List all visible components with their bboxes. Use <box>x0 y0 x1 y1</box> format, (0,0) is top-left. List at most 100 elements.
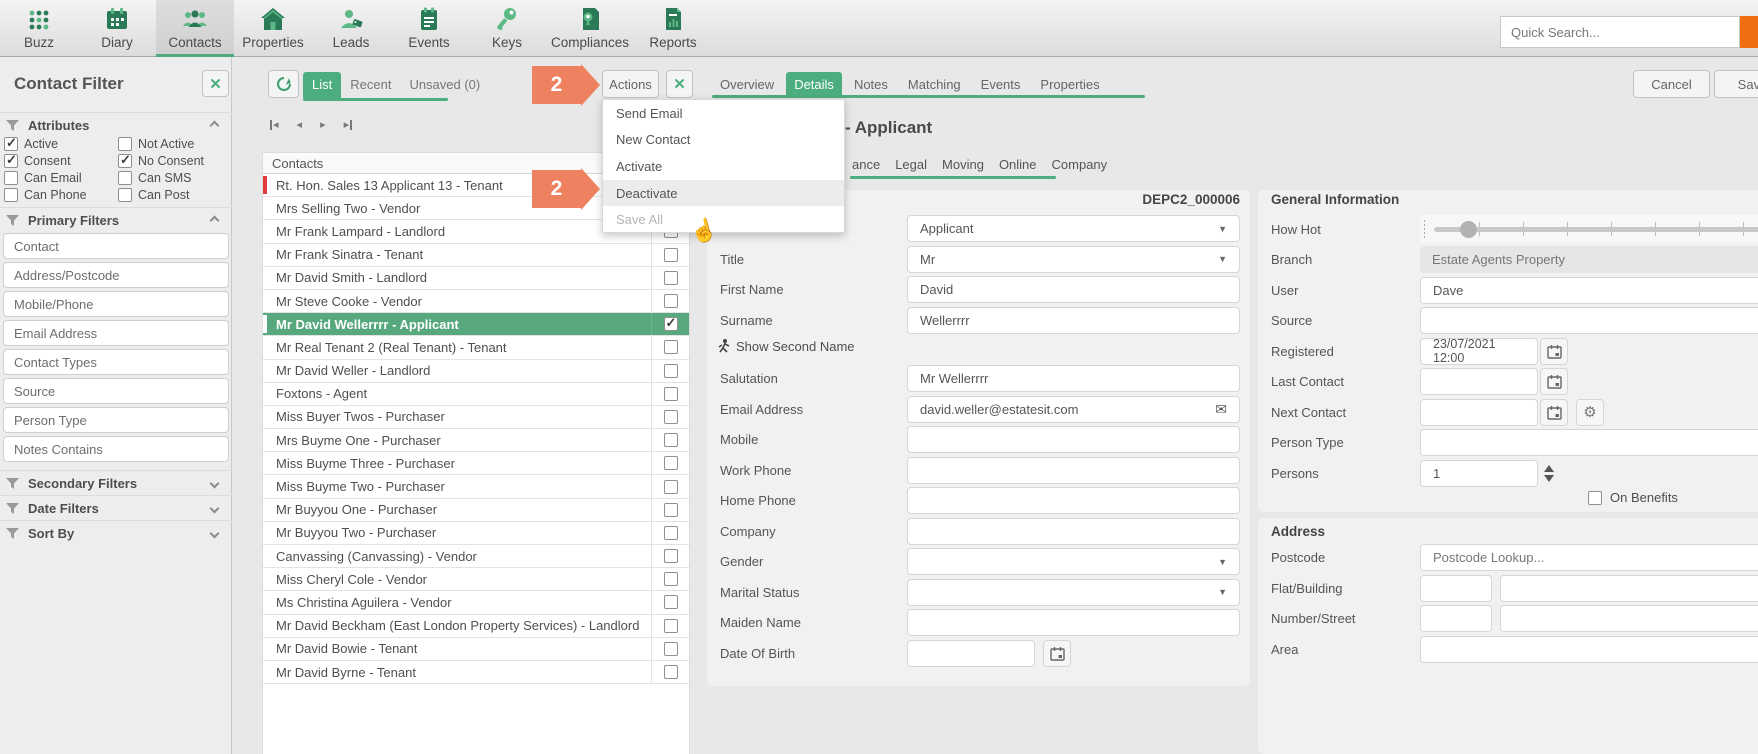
row-checkbox[interactable] <box>664 294 678 308</box>
registered-calendar-button[interactable] <box>1540 338 1568 365</box>
list-item[interactable]: Ms Christina Aguilera - Vendor <box>263 591 689 614</box>
row-checkbox[interactable] <box>664 619 678 633</box>
person-type-field[interactable] <box>1420 429 1758 456</box>
actions-button[interactable]: Actions <box>602 70 659 98</box>
postcode-lookup-input[interactable] <box>1420 544 1758 571</box>
row-checkbox[interactable] <box>664 549 678 563</box>
row-checkbox[interactable] <box>664 642 678 656</box>
list-item[interactable]: Mrs Buyme One - Purchaser <box>263 429 689 452</box>
row-checkbox[interactable] <box>664 340 678 354</box>
refresh-button[interactable] <box>268 70 299 98</box>
maiden-name-field[interactable] <box>907 609 1240 636</box>
dob-field[interactable] <box>907 640 1035 667</box>
last-contact-field[interactable] <box>1420 368 1538 395</box>
close-actions-button[interactable]: ✕ <box>666 70 693 98</box>
nav-item-contacts[interactable]: Contacts <box>156 0 234 56</box>
marital-status-select[interactable]: ▼ <box>907 579 1240 606</box>
row-checkbox[interactable] <box>664 572 678 586</box>
row-checkbox[interactable] <box>664 526 678 540</box>
list-item[interactable]: Mr David Bowie - Tenant <box>263 638 689 661</box>
list-item[interactable]: Mr David Weller - Landlord <box>263 360 689 383</box>
list-item[interactable]: Mr David Smith - Landlord <box>263 267 689 290</box>
row-checkbox[interactable] <box>664 364 678 378</box>
last-page-button[interactable]: ▸ <box>344 118 353 131</box>
collapsed-section[interactable]: Sort By <box>0 520 232 546</box>
nav-item-buzz[interactable]: Buzz <box>0 0 78 56</box>
next-contact-calendar-button[interactable] <box>1540 399 1568 426</box>
detail-tab[interactable]: Events <box>973 72 1029 98</box>
filter-field[interactable]: Source <box>3 378 229 404</box>
attribute-checkbox[interactable]: Active <box>4 137 118 151</box>
section-attributes[interactable]: Attributes <box>0 112 232 138</box>
title-select[interactable]: Mr ▼ <box>907 246 1240 273</box>
area-field[interactable] <box>1420 636 1758 663</box>
attribute-checkbox[interactable]: Not Active <box>118 137 230 151</box>
nav-item-leads[interactable]: Leads <box>312 0 390 56</box>
detail-tab[interactable]: Notes <box>846 72 896 98</box>
attribute-checkbox[interactable]: Can Phone <box>4 188 118 202</box>
list-item[interactable]: Miss Buyme Three - Purchaser <box>263 452 689 475</box>
quick-search-input[interactable] <box>1500 16 1740 48</box>
detail-subtab[interactable]: Legal <box>895 157 927 172</box>
how-hot-slider[interactable] <box>1420 215 1758 243</box>
attribute-checkbox[interactable]: Can Email <box>4 171 118 185</box>
detail-subtab[interactable]: Moving <box>942 157 984 172</box>
menu-item[interactable]: New Contact <box>603 127 844 154</box>
checkbox[interactable] <box>118 137 132 151</box>
filter-field[interactable]: Person Type <box>3 407 229 433</box>
source-field[interactable] <box>1420 307 1758 334</box>
dob-calendar-button[interactable] <box>1043 640 1071 667</box>
checkbox[interactable] <box>4 171 18 185</box>
surname-field[interactable]: Wellerrrr <box>907 307 1240 334</box>
next-contact-settings-button[interactable]: ⚙ <box>1576 399 1604 426</box>
filter-field[interactable]: Email Address <box>3 320 229 346</box>
building-name-field[interactable] <box>1500 575 1758 602</box>
list-item[interactable]: Miss Cheryl Cole - Vendor <box>263 568 689 591</box>
list-item[interactable]: Foxtons - Agent <box>263 383 689 406</box>
list-item[interactable]: Miss Buyer Twos - Purchaser <box>263 406 689 429</box>
detail-tab[interactable]: Matching <box>900 72 969 98</box>
list-item[interactable]: Miss Buyme Two - Purchaser <box>263 475 689 498</box>
mobile-field[interactable] <box>907 426 1240 453</box>
company-field[interactable] <box>907 518 1240 545</box>
next-contact-field[interactable] <box>1420 399 1538 426</box>
close-filter-button[interactable]: ✕ <box>202 70 229 97</box>
next-page-button[interactable]: ▸ <box>320 118 326 131</box>
previous-page-button[interactable]: ◂ <box>297 118 303 131</box>
row-checkbox[interactable] <box>664 248 678 262</box>
work-phone-field[interactable] <box>907 457 1240 484</box>
list-item[interactable]: Mr Buyyou One - Purchaser <box>263 499 689 522</box>
checkbox[interactable] <box>4 137 18 151</box>
list-item[interactable]: Mr Steve Cooke - Vendor <box>263 290 689 313</box>
last-contact-calendar-button[interactable] <box>1540 368 1568 395</box>
attribute-checkbox[interactable]: Can SMS <box>118 171 230 185</box>
registered-field[interactable]: 23/07/2021 12:00 <box>1420 338 1538 365</box>
row-checkbox[interactable] <box>664 410 678 424</box>
on-benefits-checkbox[interactable] <box>1588 491 1602 505</box>
street-number-field[interactable] <box>1420 605 1492 632</box>
nav-item-keys[interactable]: Keys <box>468 0 546 56</box>
quick-search-button[interactable] <box>1740 16 1758 48</box>
row-checkbox[interactable] <box>664 503 678 517</box>
collapsed-section[interactable]: Date Filters <box>0 495 232 521</box>
list-item[interactable]: Mr David Wellerrrr - Applicant <box>263 313 689 336</box>
user-field[interactable]: Dave <box>1420 277 1758 304</box>
persons-field[interactable]: 1 <box>1420 460 1538 487</box>
list-item[interactable]: Mr Frank Sinatra - Tenant <box>263 244 689 267</box>
menu-item[interactable]: Save All <box>603 206 844 233</box>
list-view-tab[interactable]: Recent <box>341 72 400 98</box>
cancel-button[interactable]: Cancel <box>1633 70 1710 98</box>
email-field[interactable]: david.weller@estatesit.com ✉ <box>907 396 1240 423</box>
row-checkbox[interactable] <box>664 595 678 609</box>
detail-tab[interactable]: Properties <box>1032 72 1107 98</box>
nav-item-compliances[interactable]: Compliances <box>546 0 634 56</box>
collapsed-section[interactable]: Secondary Filters <box>0 470 232 496</box>
list-item[interactable]: Canvassing (Canvassing) - Vendor <box>263 545 689 568</box>
street-name-field[interactable] <box>1500 605 1758 632</box>
filter-field[interactable]: Address/Postcode <box>3 262 229 288</box>
detail-subtab[interactable]: ance <box>852 157 880 172</box>
detail-tab[interactable]: Details <box>786 72 842 98</box>
salutation-field[interactable]: Mr Wellerrrr <box>907 365 1240 392</box>
first-page-button[interactable]: ◂ <box>270 118 279 131</box>
menu-item[interactable]: Deactivate <box>603 180 844 207</box>
